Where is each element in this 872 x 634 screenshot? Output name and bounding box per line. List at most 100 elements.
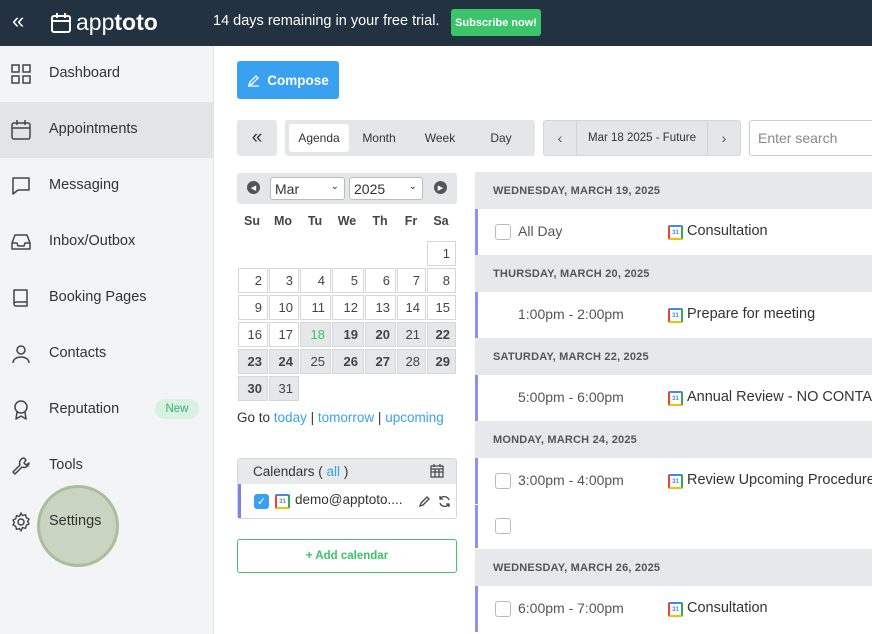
weekday-label: We (337, 214, 357, 228)
tab-month[interactable]: Month (349, 124, 409, 152)
sidebar-item-messaging[interactable]: Messaging (0, 158, 213, 214)
calendar-day[interactable]: 28 (397, 349, 426, 374)
pencil-icon[interactable] (418, 495, 431, 508)
event-title: Consultation (687, 600, 768, 616)
subscribe-button[interactable]: Subscribe now! (451, 9, 541, 36)
month-select[interactable]: Mar ⌄ (270, 177, 345, 200)
weekday-label: Th (372, 214, 388, 228)
calendar-day[interactable]: 29 (427, 349, 456, 374)
calendars-title: Calendars ( (253, 464, 323, 479)
calendar-day[interactable]: 18 (300, 322, 331, 347)
sidebar-item-contacts[interactable]: Contacts (0, 326, 213, 382)
event-time: All Day (518, 223, 563, 239)
sidebar-item-inbox-outbox[interactable]: Inbox/Outbox (0, 214, 213, 270)
sidebar-item-label: Settings (49, 513, 102, 529)
calendar-day[interactable]: 4 (300, 268, 331, 293)
calendar-day[interactable]: 24 (269, 349, 299, 374)
goto-today-link[interactable]: today (274, 410, 307, 425)
calendar-day[interactable]: 15 (427, 295, 456, 320)
calendar-account-row: ✓ 31 demo@apptoto.... (238, 484, 456, 518)
compose-label: Compose (267, 72, 329, 88)
calendar-icon (11, 120, 31, 140)
calendar-day[interactable]: 17 (269, 322, 299, 347)
calendar-day[interactable]: 13 (365, 295, 396, 320)
calendar-day[interactable]: 12 (332, 295, 364, 320)
logo[interactable]: apptoto (50, 9, 158, 36)
sidebar-item-reputation[interactable]: Reputation New (0, 382, 213, 438)
sidebar-item-appointments[interactable]: Appointments (0, 102, 213, 158)
goto-tomorrow-link[interactable]: tomorrow (318, 410, 374, 425)
calendars-all-link[interactable]: all (327, 464, 341, 479)
calendar-day[interactable]: 14 (397, 295, 426, 320)
goto-label: Go to (237, 410, 271, 425)
calendar-day[interactable]: 22 (427, 322, 456, 347)
calendar-day[interactable]: 2 (238, 268, 268, 293)
refresh-icon[interactable] (438, 495, 451, 508)
calendar-day[interactable]: 1 (427, 241, 456, 266)
next-range-button[interactable]: › (707, 121, 740, 155)
book-icon (13, 289, 28, 307)
event-time: 3:00pm - 4:00pm (518, 472, 624, 488)
agenda-event[interactable] (475, 505, 872, 548)
trial-notice: 14 days remaining in your free trial. (213, 13, 440, 29)
event-title: Review Upcoming Procedures (687, 472, 872, 488)
prev-month-button[interactable]: ◀ (247, 181, 260, 194)
sidebar-item-tools[interactable]: Tools (0, 438, 213, 494)
calendar-day[interactable]: 21 (397, 322, 426, 347)
event-title: Annual Review - NO CONTACT (687, 389, 872, 405)
grid-icon (11, 64, 31, 84)
calendar-day[interactable]: 27 (365, 349, 396, 374)
sidebar-item-settings[interactable]: Settings (0, 494, 213, 550)
next-month-button[interactable]: ▶ (434, 181, 447, 194)
calendar-day[interactable]: 26 (332, 349, 364, 374)
tab-week[interactable]: Week (410, 124, 470, 152)
year-select[interactable]: 2025 ⌄ (349, 177, 423, 200)
agenda-event[interactable]: All Day 31 Consultation (475, 209, 872, 255)
sidebar-item-label: Dashboard (49, 65, 120, 81)
date-range-label[interactable]: Mar 18 2025 - Future (577, 121, 707, 155)
calendar-day[interactable]: 30 (238, 376, 268, 401)
add-calendar-button[interactable]: + Add calendar (237, 539, 457, 573)
goto-upcoming-link[interactable]: upcoming (385, 410, 444, 425)
calendar-account-name: demo@apptoto.... (295, 492, 403, 507)
sidebar-item-dashboard[interactable]: Dashboard (0, 46, 213, 102)
event-checkbox[interactable] (495, 473, 511, 489)
calendar-day[interactable]: 6 (365, 268, 396, 293)
calendar-day[interactable]: 19 (332, 322, 364, 347)
calendar-grid-icon[interactable] (430, 464, 444, 478)
calendar-day[interactable]: 10 (269, 295, 299, 320)
event-checkbox[interactable] (495, 224, 511, 240)
chevron-right-icon: › (721, 130, 727, 146)
calendar-day[interactable]: 3 (269, 268, 299, 293)
calendar-day[interactable]: 23 (238, 349, 268, 374)
view-tabs: Agenda Month Week Day (285, 120, 535, 156)
gear-icon (12, 512, 30, 532)
calendar-day[interactable]: 9 (238, 295, 268, 320)
calendar-day[interactable]: 31 (269, 376, 299, 401)
event-checkbox[interactable] (495, 601, 511, 617)
sidebar-item-booking-pages[interactable]: Booking Pages (0, 270, 213, 326)
google-calendar-icon: 31 (668, 391, 683, 406)
collapse-panel-button[interactable]: « (237, 120, 277, 156)
agenda-date-header: THURSDAY, MARCH 20, 2025 (475, 255, 872, 292)
calendar-day[interactable]: 7 (397, 268, 426, 293)
agenda-event[interactable]: 6:00pm - 7:00pm 31 Consultation (475, 586, 872, 632)
tab-day[interactable]: Day (471, 124, 531, 152)
agenda-date-header: WEDNESDAY, MARCH 26, 2025 (475, 549, 872, 586)
calendar-day[interactable]: 5 (332, 268, 364, 293)
tab-agenda[interactable]: Agenda (289, 124, 349, 152)
event-checkbox[interactable] (495, 518, 511, 534)
prev-range-button[interactable]: ‹ (544, 121, 577, 155)
calendar-day[interactable]: 25 (300, 349, 331, 374)
compose-button[interactable]: Compose (237, 61, 339, 99)
calendar-day[interactable]: 20 (365, 322, 396, 347)
agenda-event[interactable]: 5:00pm - 6:00pm 31 Annual Review - NO CO… (475, 375, 872, 421)
calendar-day[interactable]: 11 (300, 295, 331, 320)
agenda-event[interactable]: 3:00pm - 4:00pm 31 Review Upcoming Proce… (475, 458, 872, 504)
double-chevron-left-icon[interactable]: « (12, 9, 24, 33)
calendar-checkbox[interactable]: ✓ (254, 494, 269, 509)
search-input[interactable] (749, 120, 872, 156)
calendar-day[interactable]: 8 (427, 268, 456, 293)
agenda-event[interactable]: 1:00pm - 2:00pm 31 Prepare for meeting (475, 292, 872, 338)
calendar-day[interactable]: 16 (238, 322, 268, 347)
